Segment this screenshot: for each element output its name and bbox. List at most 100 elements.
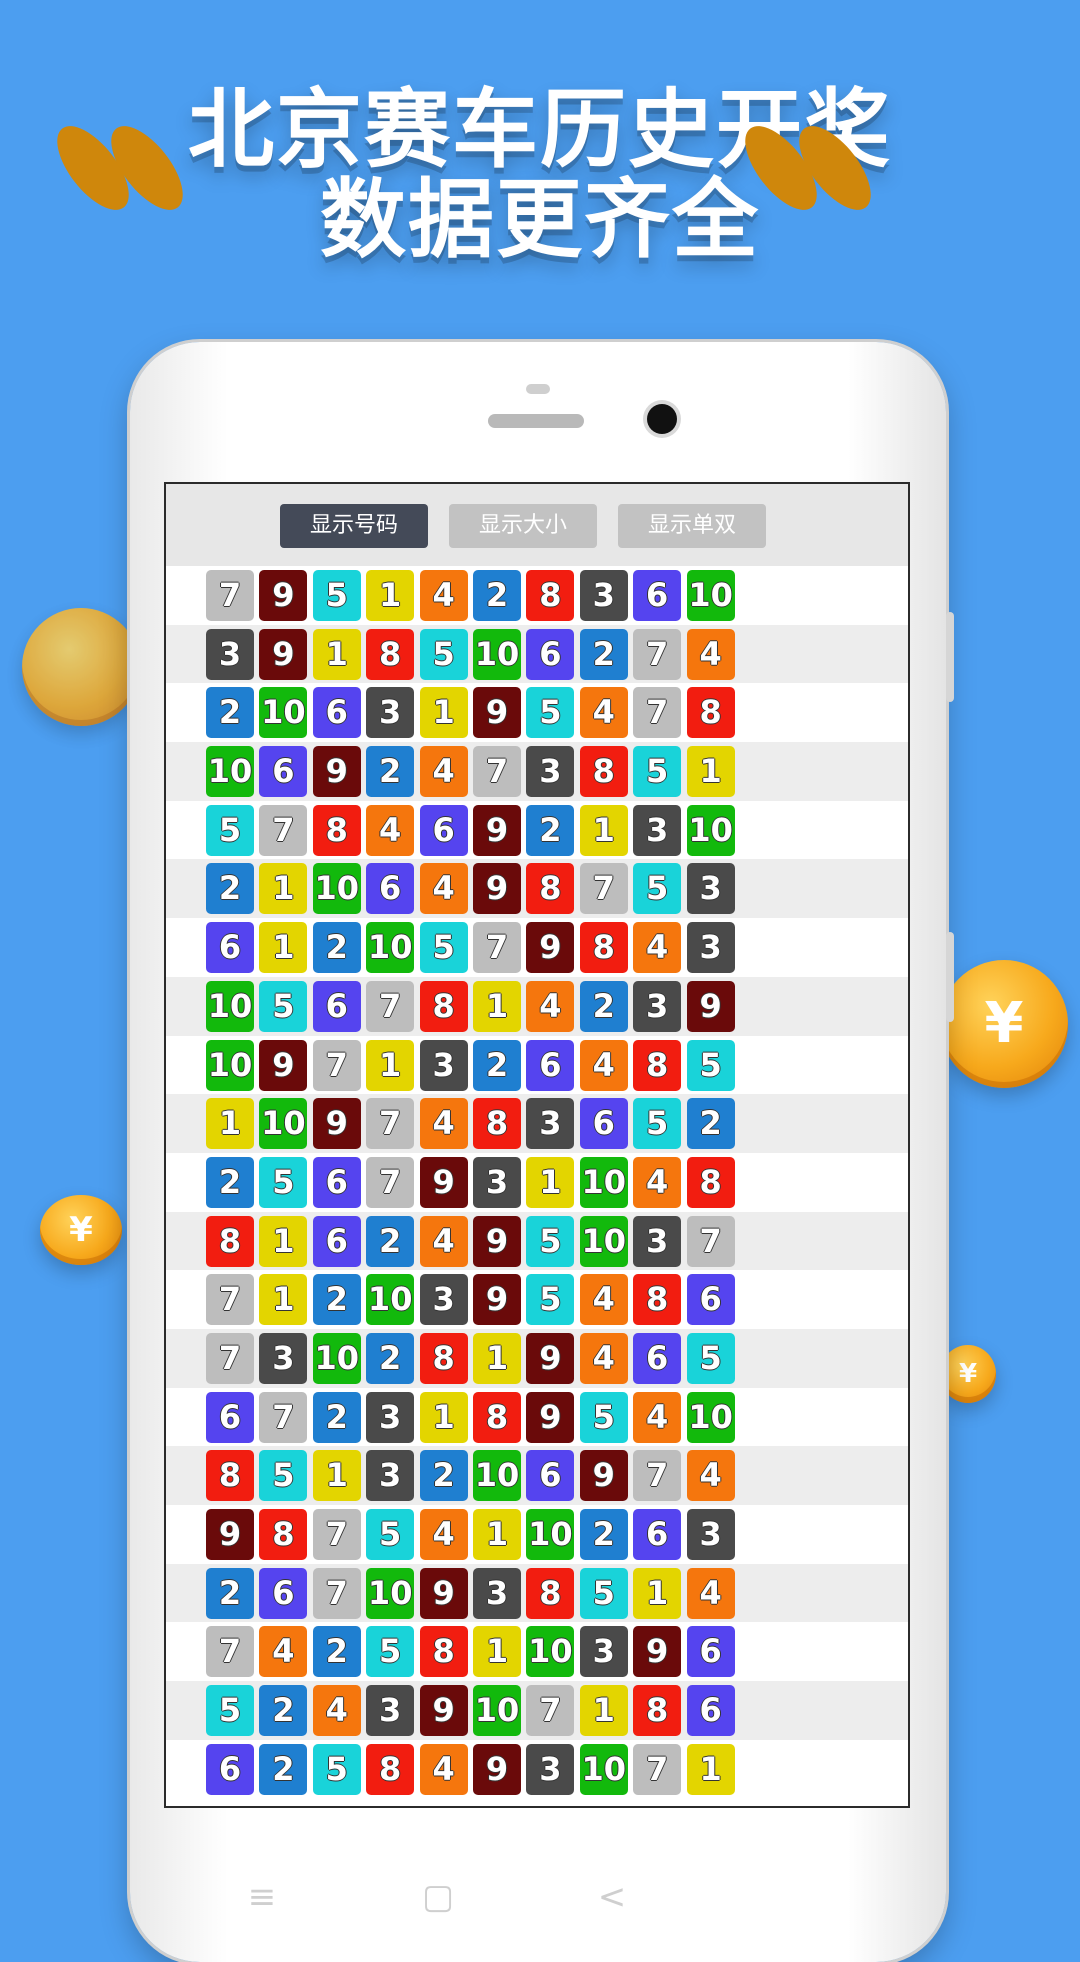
- number-ball: 1: [579, 1685, 628, 1737]
- number-ball: 10: [473, 1685, 521, 1737]
- number-ball: 5: [366, 1509, 415, 1560]
- number-ball: 9: [473, 1215, 521, 1267]
- number-ball: 10: [686, 1391, 735, 1443]
- number-ball: 10: [473, 628, 521, 680]
- phone-nav-bar: ≡ ▢ <: [130, 1867, 946, 1927]
- number-ball: 10: [366, 922, 415, 974]
- table-row: 2 10 6 3 1 9 5 4 7 8: [166, 683, 908, 742]
- number-ball: 10: [312, 863, 361, 915]
- number-ball: 2: [312, 1391, 361, 1443]
- number-ball: 10: [366, 1567, 415, 1619]
- number-ball: 7: [526, 1685, 575, 1737]
- number-ball: 9: [259, 628, 308, 680]
- number-ball: 4: [526, 980, 575, 1032]
- table-row: 2 5 6 7 9 3 1 10 4 8: [166, 1153, 908, 1212]
- number-ball: 1: [259, 863, 308, 915]
- table-row: 10 6 9 2 4 7 3 8 5 1: [166, 742, 908, 801]
- number-ball: 8: [419, 1626, 468, 1678]
- number-ball: 1: [686, 1743, 735, 1795]
- number-ball: 3: [686, 922, 735, 974]
- table-row: 5 2 4 3 9 10 7 1 8 6: [166, 1681, 908, 1740]
- number-ball: 10: [579, 1156, 628, 1208]
- back-icon[interactable]: <: [582, 1877, 642, 1917]
- number-ball: 3: [206, 628, 254, 680]
- number-ball: 8: [312, 804, 361, 856]
- number-ball: 1: [473, 980, 521, 1032]
- number-ball: 6: [312, 1215, 361, 1267]
- table-row: 6 1 2 10 5 7 9 8 4 3: [166, 918, 908, 977]
- number-ball: 2: [579, 628, 628, 680]
- number-ball: 9: [419, 1156, 468, 1208]
- number-ball: 8: [633, 1039, 682, 1091]
- number-ball: 5: [686, 1039, 735, 1091]
- number-ball: 7: [686, 1215, 735, 1267]
- number-ball: 1: [206, 1098, 254, 1150]
- number-ball: 8: [419, 1332, 468, 1384]
- number-ball: 8: [206, 1450, 254, 1502]
- coin-icon: ¥: [940, 1345, 996, 1403]
- number-ball: 2: [312, 1274, 361, 1326]
- number-ball: 5: [259, 1156, 308, 1208]
- number-ball: 10: [686, 570, 735, 621]
- phone-sensor: [526, 384, 550, 394]
- front-camera-icon: [647, 404, 677, 434]
- number-ball: 8: [579, 922, 628, 974]
- number-ball: 7: [206, 1626, 254, 1678]
- number-ball: 5: [206, 804, 254, 856]
- number-ball: 8: [526, 570, 575, 621]
- number-ball: 4: [419, 1098, 468, 1150]
- number-ball: 10: [579, 1215, 628, 1267]
- table-row: 1 10 9 7 4 8 3 6 5 2: [166, 1094, 908, 1153]
- table-row: 10 5 6 7 8 1 4 2 3 9: [166, 976, 908, 1036]
- number-ball: 10: [526, 1626, 575, 1678]
- number-ball: 2: [259, 1743, 308, 1795]
- number-ball: 2: [579, 980, 628, 1032]
- number-ball: 5: [259, 1450, 308, 1502]
- tab-show-odd-even[interactable]: 显示单双: [618, 504, 766, 548]
- number-ball: 2: [579, 1509, 628, 1560]
- number-ball: 8: [686, 1156, 735, 1208]
- number-ball: 4: [686, 1450, 735, 1502]
- tab-show-numbers[interactable]: 显示号码: [280, 504, 428, 548]
- number-ball: 3: [259, 1332, 308, 1384]
- number-ball: 7: [312, 1567, 361, 1619]
- number-ball: 6: [633, 1509, 682, 1560]
- number-ball: 8: [473, 1098, 521, 1150]
- number-ball: 3: [526, 1743, 575, 1795]
- number-ball: 9: [312, 1098, 361, 1150]
- number-ball: 3: [473, 1156, 521, 1208]
- tab-show-size[interactable]: 显示大小: [449, 504, 597, 548]
- number-ball: 1: [579, 804, 628, 856]
- number-ball: 7: [206, 570, 254, 621]
- number-ball: 3: [419, 1039, 468, 1091]
- table-row: 6 7 2 3 1 8 9 5 4 10: [166, 1388, 908, 1447]
- number-ball: 6: [526, 1450, 575, 1502]
- number-ball: 6: [312, 687, 361, 739]
- number-ball: 3: [366, 1450, 415, 1502]
- number-ball: 7: [259, 1391, 308, 1443]
- number-ball: 5: [526, 1215, 575, 1267]
- coin-symbol: ¥: [958, 1359, 978, 1389]
- home-icon[interactable]: ▢: [408, 1877, 468, 1917]
- number-ball: 7: [259, 804, 308, 856]
- number-ball: 5: [526, 1274, 575, 1326]
- number-ball: 6: [366, 863, 415, 915]
- number-ball: 8: [473, 1391, 521, 1443]
- number-ball: 4: [686, 628, 735, 680]
- number-ball: 5: [312, 570, 361, 621]
- number-ball: 7: [366, 1156, 415, 1208]
- number-ball: 6: [633, 570, 682, 621]
- number-ball: 9: [579, 1450, 628, 1502]
- menu-icon[interactable]: ≡: [232, 1877, 292, 1917]
- table-row: 5 7 8 4 6 9 2 1 3 10: [166, 801, 908, 860]
- number-ball: 5: [579, 1391, 628, 1443]
- number-ball: 8: [526, 1567, 575, 1619]
- number-ball: 9: [473, 687, 521, 739]
- table-row: 8 5 1 3 2 10 6 9 7 4: [166, 1446, 908, 1505]
- table-row: 8 1 6 2 4 9 5 10 3 7: [166, 1211, 908, 1271]
- number-ball: 9: [686, 980, 735, 1032]
- number-ball: 6: [686, 1626, 735, 1678]
- number-ball: 1: [473, 1509, 521, 1560]
- number-ball: 5: [686, 1332, 735, 1384]
- number-ball: 10: [206, 746, 254, 798]
